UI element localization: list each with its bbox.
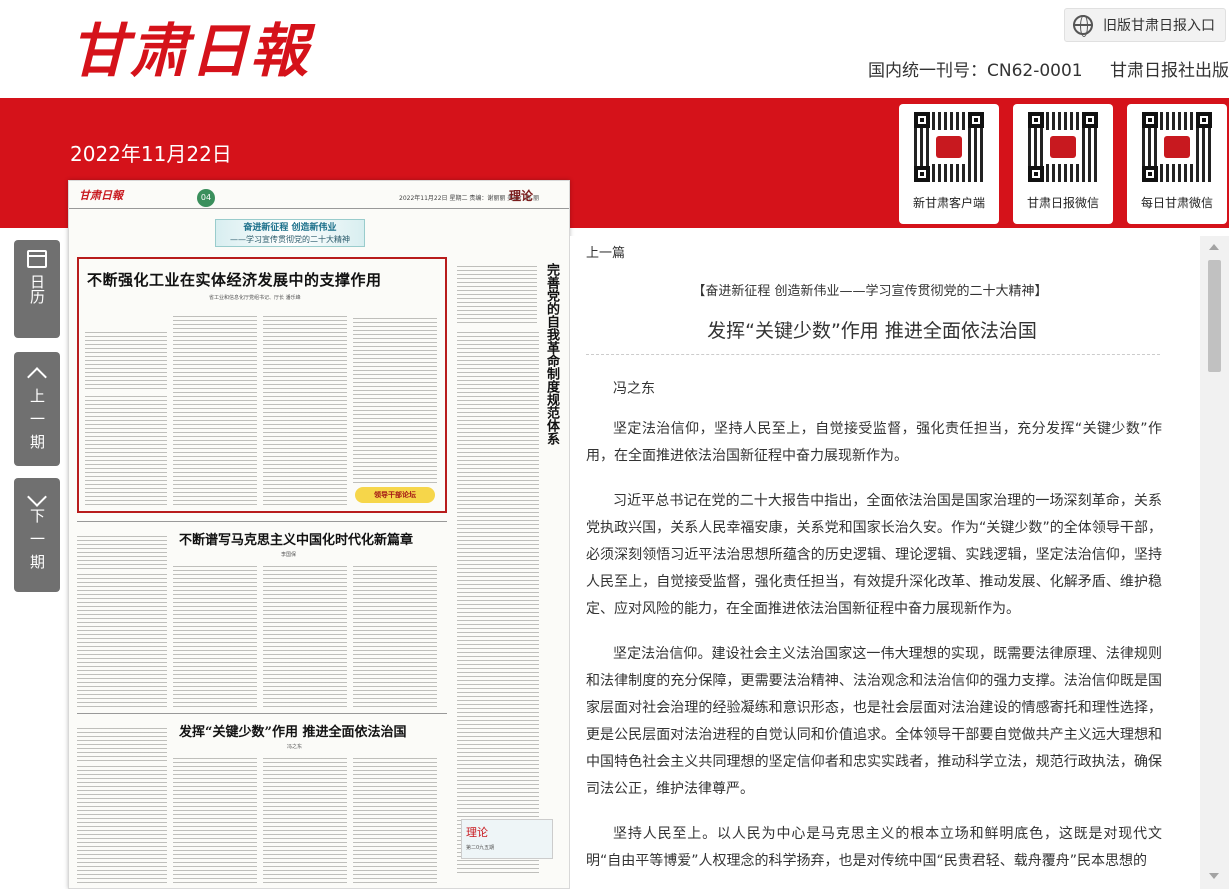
- prev-issue-button[interactable]: 上一期: [14, 352, 60, 466]
- page-section: 理论: [509, 189, 534, 203]
- article-scrollbar[interactable]: [1200, 236, 1229, 889]
- forum-stamp: 领导干部论坛: [355, 487, 435, 503]
- promo-sub: 第二0九五期: [466, 845, 495, 851]
- qr-card-daily[interactable]: 每日甘肃微信: [1127, 104, 1227, 224]
- promo-title: 理论: [466, 826, 488, 839]
- publisher-text: 甘肃日报社出版: [1110, 61, 1229, 81]
- scroll-down-arrow-icon[interactable]: [1209, 873, 1219, 879]
- side-article-title[interactable]: 完善党的自我革命制度规范体系: [543, 263, 559, 445]
- qr-card-client[interactable]: 新甘肃客户端: [899, 104, 999, 224]
- article3-author: 冯之东: [287, 744, 303, 750]
- qr-code-icon: [1142, 112, 1212, 182]
- text-block: [173, 315, 257, 505]
- qr-code-icon: [1028, 112, 1098, 182]
- old-version-label: 旧版甘肃日报入口: [1103, 18, 1215, 34]
- article-paragraph: 习近平总书记在党的二十大报告中指出，全面依法治国是国家治理的一场深刻革命，关系党…: [586, 493, 1162, 617]
- article-headline: 发挥“关键少数”作用 推进全面依法治国: [707, 320, 1037, 342]
- qr-card-wechat[interactable]: 甘肃日报微信: [1013, 104, 1113, 224]
- column-title: 【奋进新征程 创造新伟业——学习宣传贯彻党的二十大精神】: [692, 284, 1048, 299]
- site-header: 甘肃日報 旧版甘肃日报入口 国内统一刊号：CN62-0001 甘肃日报社出版: [0, 0, 1229, 98]
- page-header: 甘肃日報 04 2022年11月22日 星期二 责编：谢丽丽 美编：陈 丽 理论: [69, 181, 569, 209]
- page-logo: 甘肃日報: [79, 189, 123, 202]
- calendar-button[interactable]: 日历: [14, 240, 60, 338]
- scroll-thumb[interactable]: [1208, 260, 1221, 372]
- text-block: [263, 757, 347, 883]
- page-number: 04: [197, 189, 215, 207]
- banner-main: 奋进新征程 创造新伟业: [243, 223, 337, 233]
- text-block: [77, 573, 167, 707]
- scroll-up-arrow-icon[interactable]: [1209, 244, 1219, 250]
- page-rule: [77, 521, 447, 522]
- prev-article-link[interactable]: 上一篇: [586, 242, 625, 261]
- banner-sub: ——学习宣传贯彻党的二十大精神: [230, 235, 350, 244]
- text-block: [353, 315, 437, 483]
- article3-title[interactable]: 发挥“关键少数”作用 推进全面依法治国: [179, 721, 406, 740]
- newspaper-page[interactable]: 甘肃日報 04 2022年11月22日 星期二 责编：谢丽丽 美编：陈 丽 理论…: [68, 180, 570, 889]
- article-author: 冯之东: [613, 381, 655, 397]
- qr-label: 新甘肃客户端: [912, 196, 985, 210]
- text-block: [457, 329, 539, 873]
- text-block: [85, 329, 167, 389]
- text-block: [77, 725, 167, 761]
- text-block: [85, 395, 167, 505]
- chevron-down-icon: [27, 487, 47, 507]
- article1-author: 省工业和信息化厅党组书记、厅长 潘乐峰: [209, 295, 301, 301]
- next-issue-button[interactable]: 下一期: [14, 478, 60, 592]
- article1-title: 不断强化工业在实体经济发展中的支撑作用: [87, 271, 382, 289]
- page-rule: [77, 713, 447, 714]
- issue-date: 2022年11月22日: [70, 142, 232, 166]
- old-version-link[interactable]: 旧版甘肃日报入口: [1064, 8, 1226, 42]
- globe-icon: [1073, 15, 1093, 37]
- qr-label: 每日甘肃微信: [1140, 196, 1213, 210]
- text-block: [457, 263, 537, 323]
- prev-issue-label: 上一期: [28, 388, 46, 457]
- article-body: 坚定法治信仰，坚持人民至上，自觉接受监督，强化责任担当，充分发挥“关键少数”作用…: [586, 416, 1162, 889]
- article2-title[interactable]: 不断谱写马克思主义中国化时代化新篇章: [179, 529, 413, 548]
- qr-code-icon: [914, 112, 984, 182]
- headline-divider: [586, 354, 1160, 355]
- chevron-up-icon: [27, 367, 47, 387]
- next-issue-label: 下一期: [28, 508, 46, 577]
- article-paragraph: 坚定法治信仰。建设社会主义法治国家这一伟大理想的实现，既需要法律原理、法律规则和…: [586, 646, 1162, 797]
- article-paragraph: 坚定法治信仰，坚持人民至上，自觉接受监督，强化责任担当，充分发挥“关键少数”作用…: [586, 421, 1162, 464]
- qr-label: 甘肃日报微信: [1026, 196, 1099, 210]
- text-block: [173, 757, 257, 883]
- text-block: [263, 565, 347, 707]
- calendar-icon: [27, 250, 47, 268]
- article-panel: 上一篇 【奋进新征程 创造新伟业——学习宣传贯彻党的二十大精神】 发挥“关键少数…: [570, 236, 1200, 889]
- theme-banner: 奋进新征程 创造新伟业 ——学习宣传贯彻党的二十大精神: [215, 219, 365, 247]
- text-block: [173, 565, 257, 707]
- article2-author: 李国保: [281, 552, 297, 558]
- article-paragraph: 坚持人民至上。以人民为中心是马克思主义的根本立场和鲜明底色，这既是对现代文明“自…: [586, 826, 1162, 869]
- text-block: [353, 757, 437, 883]
- text-block: [263, 315, 347, 505]
- text-block: [77, 765, 167, 883]
- calendar-label: 日历: [28, 274, 46, 304]
- issn-text: 国内统一刊号：CN62-0001: [868, 61, 1083, 81]
- text-block: [77, 533, 167, 569]
- site-logo[interactable]: 甘肃日報: [70, 4, 310, 88]
- theory-promo: 理论 第二0九五期: [461, 819, 553, 859]
- text-block: [353, 565, 437, 707]
